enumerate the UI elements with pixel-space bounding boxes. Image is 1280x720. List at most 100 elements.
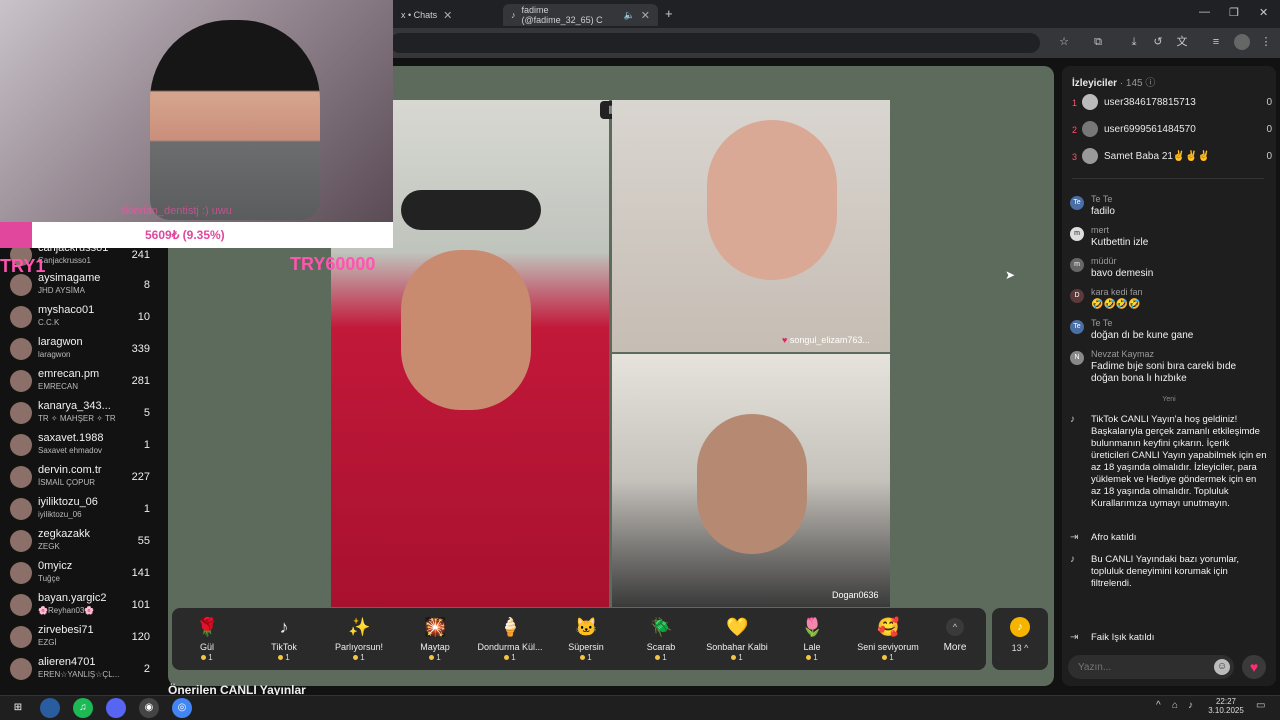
new-tab-button[interactable]: + xyxy=(665,6,673,21)
overlay-label-left: TRY1 xyxy=(0,256,46,276)
avatar xyxy=(1082,94,1098,110)
gift-item[interactable]: 🍦 Dondurma Kül... 1 xyxy=(475,608,545,670)
emoji-icon[interactable]: ☺ xyxy=(1214,659,1230,675)
avatar xyxy=(10,658,32,680)
video-panel-guest-bottom: Dogan0636 xyxy=(612,354,890,607)
tulip-icon: 🌷 xyxy=(801,617,824,637)
speaker-icon[interactable]: 🔈 xyxy=(624,10,635,21)
avatar xyxy=(1082,148,1098,164)
gift-item[interactable]: ♪ TikTok 1 xyxy=(249,608,319,670)
chrome-icon[interactable]: ◎ xyxy=(172,698,192,718)
webcam-caption: skierian_dentistj :) uwu xyxy=(120,205,232,217)
viewer-row[interactable]: 1 user3846178815713 0 xyxy=(1072,94,1272,116)
list-item[interactable]: iyiliktozu_06 iyiliktozu_06 1 xyxy=(0,496,160,526)
coin-icon xyxy=(655,655,661,660)
reading-list-icon[interactable]: ≡ xyxy=(1208,34,1224,50)
close-tab-icon[interactable]: ✕ xyxy=(443,9,452,22)
notifications-icon[interactable]: ▭ xyxy=(1256,700,1265,711)
coin-icon xyxy=(278,655,284,660)
coin-icon xyxy=(580,655,586,660)
tray-chevron-icon[interactable]: ^ xyxy=(1156,700,1161,711)
close-tab-icon[interactable]: ✕ xyxy=(641,9,650,22)
rose-icon: 🌹 xyxy=(196,617,219,637)
gift-item[interactable]: 🎇 Maytap 1 xyxy=(400,608,470,670)
clock[interactable]: 22:27 3.10.2025 xyxy=(1206,697,1246,715)
love-face-icon: 🥰 xyxy=(877,617,900,637)
coin-icon: ♪ xyxy=(1010,617,1030,637)
avatar: m xyxy=(1070,258,1084,272)
list-item[interactable]: laragwon laragwon 339 xyxy=(0,336,160,366)
tiktok-icon: ♪ xyxy=(279,617,289,637)
avatar: Te xyxy=(1070,320,1084,334)
list-item[interactable]: emrecan.pm EMRECAN 281 xyxy=(0,368,160,398)
bookmark-star-icon[interactable]: ☆ xyxy=(1056,34,1072,50)
restore-icon[interactable]: ❐ xyxy=(1229,6,1239,19)
avatar xyxy=(10,370,32,392)
scarab-icon: 🪲 xyxy=(650,617,673,637)
extensions-icon[interactable]: ⧉ xyxy=(1090,34,1106,50)
donation-goal-text: 5609₺ (9.35%) xyxy=(145,228,225,242)
more-gifts-button[interactable]: ^ More xyxy=(938,608,972,670)
avatar xyxy=(10,530,32,552)
firework-icon: 🎇 xyxy=(424,617,447,637)
avatar xyxy=(1082,121,1098,137)
minimize-icon[interactable]: — xyxy=(1199,6,1210,18)
windows-start-icon[interactable]: ⊞ xyxy=(8,698,28,718)
guest-username: Dogan0636 xyxy=(832,590,879,600)
close-window-icon[interactable]: ✕ xyxy=(1259,6,1268,19)
list-item[interactable]: kanarya_343... TR ✧ MAHŞER ✧ TR 5 xyxy=(0,400,160,430)
list-item[interactable]: alieren4701 EREN☆YANLIŞ☆ÇL... 2 xyxy=(0,656,160,686)
list-item[interactable]: zirvebesi71 EZGİ 120 xyxy=(0,624,160,654)
list-item[interactable]: bayan.yargic2 🌸Reyhan03🌸 101 xyxy=(0,592,160,622)
history-icon[interactable]: ↺ xyxy=(1150,34,1166,50)
app-icon[interactable] xyxy=(40,698,60,718)
spotify-icon[interactable]: ♫ xyxy=(73,698,93,718)
translate-icon[interactable]: 文 xyxy=(1174,34,1190,50)
tab-chats[interactable]: x • Chats ✕ xyxy=(393,4,501,26)
viewers-header[interactable]: İzleyiciler · 145 ⓘ xyxy=(1072,74,1155,89)
list-item[interactable]: myshaco01 C.C.K 10 xyxy=(0,304,160,334)
list-item[interactable]: zegkazakk ZEGK 55 xyxy=(0,528,160,558)
gift-item[interactable]: 🌹 Gül 1 xyxy=(172,608,242,670)
discord-icon[interactable] xyxy=(106,698,126,718)
info-icon: ⓘ xyxy=(1145,78,1156,89)
list-item[interactable]: saxavet.1988 Saxavet ehmadov 1 xyxy=(0,432,160,462)
like-heart-button[interactable]: ♥ xyxy=(1242,655,1266,679)
coin-icon xyxy=(353,655,359,660)
avatar xyxy=(10,306,32,328)
profile-avatar[interactable] xyxy=(1234,34,1250,50)
obs-icon[interactable]: ◉ xyxy=(139,698,159,718)
avatar xyxy=(10,402,32,424)
avatar: Te xyxy=(1070,196,1084,210)
network-icon[interactable]: ⌂ xyxy=(1172,700,1178,711)
gift-item[interactable]: 💛 Sonbahar Kalbi 1 xyxy=(702,608,772,670)
tab-fadime-live[interactable]: ♪ fadime (@fadime_32_65) C 🔈 ✕ xyxy=(503,4,658,26)
address-bar[interactable] xyxy=(390,33,1040,53)
top-gifters-list: canjackrusso1 Canjackrusso1 241 aysimagame… xyxy=(0,242,168,682)
coin-balance-button[interactable]: ♪ 13 ^ xyxy=(992,608,1048,670)
windows-taskbar xyxy=(0,695,1280,720)
gift-item[interactable]: 🐱 Süpersin 1 xyxy=(551,608,621,670)
coin-icon xyxy=(201,655,207,660)
download-icon[interactable]: ⤓ xyxy=(1126,34,1142,50)
guest-face xyxy=(697,414,807,554)
avatar: m xyxy=(1070,227,1084,241)
list-item[interactable]: dervin.com.tr İSMAİL ÇOPUR 227 xyxy=(0,464,160,494)
coin-icon xyxy=(429,655,435,660)
gift-item[interactable]: 🥰 Seni seviyorum 1 xyxy=(853,608,923,670)
chat-input[interactable] xyxy=(1068,655,1234,679)
viewer-row[interactable]: 2 user6999561484570 0 xyxy=(1072,121,1272,143)
avatar xyxy=(10,274,32,296)
menu-kebab-icon[interactable]: ⋮ xyxy=(1258,34,1274,50)
streamer-figure xyxy=(150,20,320,220)
coin-icon xyxy=(504,655,510,660)
list-item[interactable]: 0myicz Tuğçe 141 xyxy=(0,560,160,590)
gift-item[interactable]: 🌷 Lale 1 xyxy=(777,608,847,670)
cat-icon: 🐱 xyxy=(575,617,598,637)
avatar xyxy=(10,498,32,520)
gift-item[interactable]: 🪲 Scarab 1 xyxy=(626,608,696,670)
avatar xyxy=(10,466,32,488)
gift-item[interactable]: ✨ Parlıyorsun! 1 xyxy=(324,608,394,670)
viewer-row[interactable]: 3 Samet Baba 21✌️✌️✌️ 0 xyxy=(1072,148,1272,170)
volume-icon[interactable]: ♪ xyxy=(1188,700,1193,711)
